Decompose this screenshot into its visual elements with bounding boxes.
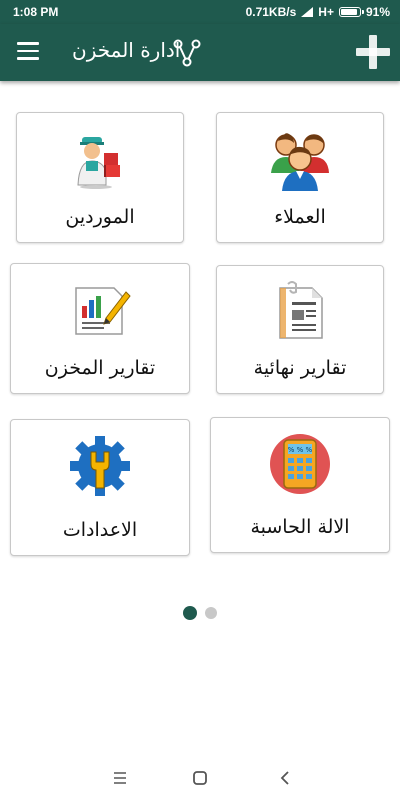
page-dot-active[interactable] xyxy=(183,606,197,620)
signal-type: H+ xyxy=(318,5,334,19)
supplier-delivery-icon xyxy=(77,137,120,189)
calculator-label: الالة الحاسبة xyxy=(250,516,350,538)
share-nodes-icon xyxy=(173,39,201,67)
back-icon[interactable] xyxy=(275,768,295,788)
settings-card[interactable]: الاعدادات xyxy=(10,419,190,556)
chart-report-icon xyxy=(75,287,131,335)
suppliers-label: الموردين xyxy=(65,206,135,228)
page-dot[interactable] xyxy=(205,607,217,619)
customers-group-icon xyxy=(271,133,329,191)
home-icon[interactable] xyxy=(190,768,210,788)
recent-apps-icon[interactable] xyxy=(110,768,130,788)
system-navbar xyxy=(0,756,400,800)
final-reports-card[interactable]: تقارير نهائية xyxy=(216,265,384,394)
status-bar: 1:08 PM 0.71KB/s H+ 91% xyxy=(0,0,400,24)
calculator-card[interactable]: % % % الالة الحاسبة xyxy=(210,417,390,553)
battery-percent: 91% xyxy=(365,5,390,19)
page-indicator xyxy=(183,606,217,620)
svg-text:% % %: % % % xyxy=(288,446,313,454)
customers-card[interactable]: العملاء xyxy=(216,112,384,243)
calculator-icon: % % % xyxy=(270,434,330,494)
gear-wrench-icon xyxy=(70,436,130,496)
network-speed: 0.71KB/s xyxy=(245,5,297,19)
plus-icon[interactable] xyxy=(356,35,390,69)
suppliers-card[interactable]: الموردين xyxy=(16,112,184,243)
customers-label: العملاء xyxy=(274,206,326,228)
app-bar: ادارة المخزن xyxy=(0,24,400,81)
final-reports-label: تقارير نهائية xyxy=(253,357,347,379)
signal-icon xyxy=(301,7,314,17)
app-title: ادارة المخزن xyxy=(72,38,181,62)
status-time: 1:08 PM xyxy=(13,5,59,19)
warehouse-reports-label: تقارير المخزن xyxy=(44,357,156,379)
warehouse-reports-card[interactable]: تقارير المخزن xyxy=(10,263,190,394)
report-document-icon xyxy=(279,281,323,339)
status-indicators: 0.71KB/s H+ 91% xyxy=(246,5,390,19)
hamburger-icon[interactable] xyxy=(17,42,39,62)
battery-icon xyxy=(338,7,364,17)
settings-label: الاعدادات xyxy=(62,519,138,541)
